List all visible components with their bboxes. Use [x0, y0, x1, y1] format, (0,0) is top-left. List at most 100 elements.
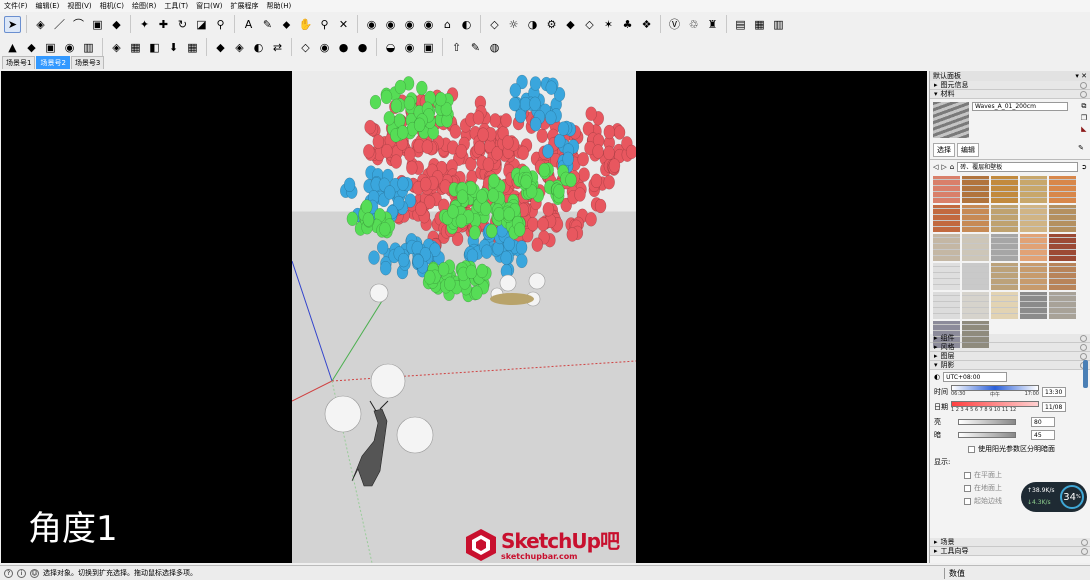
- toolbar-button-icon[interactable]: ⇧: [448, 39, 465, 56]
- menu-item[interactable]: 视图(V): [67, 1, 91, 11]
- pin-icon[interactable]: [1080, 352, 1087, 360]
- toolbar-button-icon[interactable]: ⇄: [269, 39, 286, 56]
- toolbar-button-icon[interactable]: ◉: [420, 16, 437, 33]
- toolbar-button-icon[interactable]: ◇: [486, 16, 503, 33]
- toolbar-button-icon[interactable]: ❖: [638, 16, 655, 33]
- from-edges-checkbox[interactable]: [964, 497, 971, 505]
- menu-item[interactable]: 相机(C): [100, 1, 124, 11]
- library-select[interactable]: 砖、覆层和壁板: [957, 162, 1079, 172]
- toolbar-button-icon[interactable]: ◉: [316, 39, 333, 56]
- material-swatch[interactable]: [1049, 292, 1076, 319]
- toolbar-button-icon[interactable]: ▥: [80, 39, 97, 56]
- toolbar-button-icon[interactable]: ⬥: [278, 16, 295, 33]
- toolbar-button-icon[interactable]: ◈: [32, 16, 49, 33]
- material-swatch[interactable]: [1049, 234, 1076, 261]
- toolbar-button-icon[interactable]: ✎: [467, 39, 484, 56]
- toolbar-button-icon[interactable]: ◪: [193, 16, 210, 33]
- model-viewport[interactable]: 角度1 SketchUp吧 sketchupbar.com: [1, 71, 927, 563]
- tray-scrollbar[interactable]: [1083, 360, 1088, 388]
- material-name-field[interactable]: Waves_A_01_200cm: [972, 102, 1068, 111]
- light-field[interactable]: 80: [1031, 417, 1055, 427]
- scene-tab[interactable]: 场景号3: [70, 56, 105, 69]
- toolbar-button-icon[interactable]: ◐: [250, 39, 267, 56]
- toolbar-button-icon[interactable]: ◐: [458, 16, 475, 33]
- default-material-icon[interactable]: ◣: [1081, 125, 1086, 133]
- toolbar-button-icon[interactable]: ▥: [770, 16, 787, 33]
- scene-canvas[interactable]: [292, 71, 636, 563]
- credits-icon[interactable]: i: [17, 568, 26, 578]
- toolbar-button-icon[interactable]: ◧: [146, 39, 163, 56]
- on-ground-checkbox[interactable]: [964, 484, 971, 492]
- geo-location-icon[interactable]: ?: [4, 568, 13, 578]
- material-swatch[interactable]: [962, 263, 989, 290]
- pin-icon[interactable]: [1080, 81, 1087, 89]
- pin-icon[interactable]: [1080, 90, 1087, 98]
- toolbar-button-icon[interactable]: ✋: [297, 16, 314, 33]
- toolbar-button-icon[interactable]: ⚲: [316, 16, 333, 33]
- toolbar-button-icon[interactable]: ▦: [751, 16, 768, 33]
- date-field[interactable]: 11/08: [1042, 402, 1066, 412]
- toolbar-button-icon[interactable]: ▦: [127, 39, 144, 56]
- toolbar-button-icon[interactable]: Ⓥ: [666, 16, 683, 33]
- show-shadows-icon[interactable]: ◐: [934, 373, 940, 381]
- model-drawing[interactable]: [292, 71, 636, 563]
- material-swatch[interactable]: [1049, 205, 1076, 232]
- toolbar-button-icon[interactable]: ▣: [89, 16, 106, 33]
- toolbar-button-icon[interactable]: ✦: [136, 16, 153, 33]
- materials-header[interactable]: ▾ 材料: [930, 90, 1090, 99]
- instructor-header[interactable]: ▸ 工具向导: [930, 547, 1090, 556]
- sun-shading-checkbox[interactable]: [968, 445, 975, 453]
- toolbar-button-icon[interactable]: ◉: [363, 16, 380, 33]
- toolbar-button-icon[interactable]: ◍: [486, 39, 503, 56]
- material-swatch[interactable]: [962, 321, 989, 348]
- material-swatch[interactable]: [1020, 234, 1047, 261]
- material-swatch[interactable]: [991, 176, 1018, 203]
- toolbar-button-icon[interactable]: ●: [335, 39, 352, 56]
- toolbar-button-icon[interactable]: ⌂: [439, 16, 456, 33]
- home-icon[interactable]: ⌂: [950, 163, 954, 171]
- tray-controls-icon[interactable]: ▾ ✕: [1075, 72, 1087, 80]
- toolbar-button-icon[interactable]: ✕: [335, 16, 352, 33]
- material-swatch[interactable]: [991, 263, 1018, 290]
- material-swatch[interactable]: [933, 263, 960, 290]
- pin-icon[interactable]: [1081, 538, 1088, 546]
- toolbar-button-icon[interactable]: ▲: [4, 39, 21, 56]
- toolbar-button-icon[interactable]: ♜: [704, 16, 721, 33]
- toolbar-button-icon[interactable]: ⬇: [165, 39, 182, 56]
- shadows-header[interactable]: ▾ 阴影: [930, 361, 1090, 370]
- tab-select[interactable]: 选择: [933, 143, 955, 157]
- material-swatch[interactable]: [991, 234, 1018, 261]
- toolbar-button-icon[interactable]: ◇: [581, 16, 598, 33]
- material-swatch[interactable]: [1020, 176, 1047, 203]
- toolbar-button-icon[interactable]: ◆: [23, 39, 40, 56]
- toolbar-button-icon[interactable]: A: [240, 16, 257, 33]
- tab-edit[interactable]: 编辑: [957, 143, 979, 157]
- toolbar-button-icon[interactable]: ✶: [600, 16, 617, 33]
- pin-icon[interactable]: [1081, 547, 1088, 555]
- sample-paint-icon[interactable]: ✎: [1075, 143, 1087, 157]
- toolbar-button-icon[interactable]: ▦: [184, 39, 201, 56]
- toolbar-button-icon[interactable]: ◆: [108, 16, 125, 33]
- material-swatch[interactable]: [962, 292, 989, 319]
- timezone-select[interactable]: UTC+08:00: [943, 372, 1008, 382]
- dark-field[interactable]: 45: [1031, 430, 1055, 440]
- dark-slider[interactable]: [958, 432, 1016, 438]
- toolbar-button-icon[interactable]: ◉: [61, 39, 78, 56]
- user-icon[interactable]: ☺: [30, 568, 39, 578]
- create-material-icon[interactable]: ❒: [1081, 114, 1087, 122]
- material-swatch[interactable]: [933, 292, 960, 319]
- toolbar-button-icon[interactable]: ♲: [685, 16, 702, 33]
- toolbar-button-icon[interactable]: ▤: [732, 16, 749, 33]
- material-swatch[interactable]: [1049, 176, 1076, 203]
- toolbar-button-icon[interactable]: ◆: [562, 16, 579, 33]
- light-slider[interactable]: [958, 419, 1016, 425]
- toolbar-button-icon[interactable]: ◈: [108, 39, 125, 56]
- toolbar-button-icon[interactable]: ➤: [4, 15, 21, 33]
- menu-item[interactable]: 绘图(R): [132, 1, 156, 11]
- material-swatch[interactable]: [933, 234, 960, 261]
- toolbar-button-icon[interactable]: ◉: [382, 16, 399, 33]
- toolbar-button-icon[interactable]: ◒: [382, 39, 399, 56]
- toolbar-button-icon[interactable]: ●: [354, 39, 371, 56]
- toolbar-button-icon[interactable]: ☼: [505, 16, 522, 33]
- menu-item[interactable]: 扩展程序: [230, 1, 258, 11]
